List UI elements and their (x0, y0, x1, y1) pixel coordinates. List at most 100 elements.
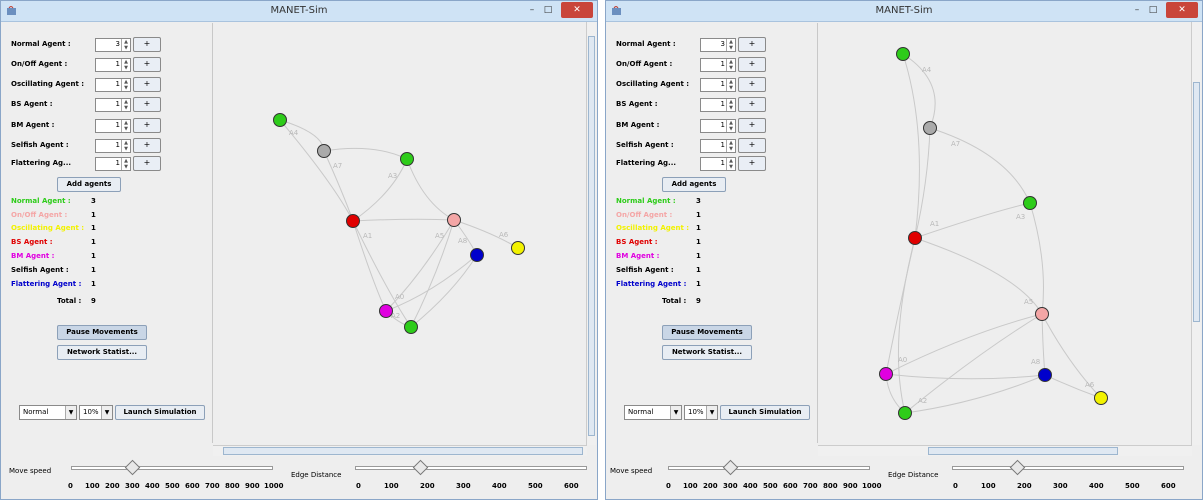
add-flattering-agent-button[interactable]: + (738, 156, 766, 171)
move-speed-slider-thumb[interactable] (722, 459, 739, 476)
edge-distance-slider-thumb[interactable] (1009, 459, 1026, 476)
minimize-button[interactable]: – (525, 3, 539, 17)
network-edge (929, 127, 1031, 204)
spinner-arrows-icon[interactable]: ▲ ▼ (121, 59, 130, 71)
minimize-button[interactable]: – (1130, 3, 1144, 17)
oscillating-agent-spinner[interactable]: 1 ▲ ▼ (700, 78, 736, 92)
chevron-down-icon[interactable]: ▼ (101, 406, 112, 419)
add-bs-agent-button[interactable]: + (738, 97, 766, 112)
close-button[interactable]: ✕ (1166, 2, 1198, 18)
move-speed-slider-thumb[interactable] (124, 459, 141, 476)
edge-distance-track[interactable] (355, 466, 587, 470)
add-flattering-agent-button[interactable]: + (133, 156, 161, 171)
title-bar[interactable]: MANET-Sim – □ ✕ (1, 1, 597, 22)
spinner-arrows-icon[interactable]: ▲ ▼ (121, 120, 130, 132)
spinner-arrows-icon[interactable]: ▲ ▼ (121, 140, 130, 152)
maximize-button[interactable]: □ (1146, 3, 1160, 17)
spinner-arrows-icon[interactable]: ▲ ▼ (121, 39, 130, 51)
add-normal-agent-button[interactable]: + (738, 37, 766, 52)
control-panel: Normal Agent : 3 ▲ ▼ + On/Off Agent : 1 ▲ ▼ … (612, 23, 818, 443)
count-value: 3 (91, 197, 96, 205)
move-speed-track[interactable] (668, 466, 870, 470)
network-canvas[interactable]: A4 A7 A3 A1 A5 A8 A6 A0 A2 (213, 23, 587, 445)
vertical-scrollbar[interactable] (1191, 22, 1201, 445)
network-canvas[interactable]: A4 A7 A3 A1 A5 A0 A8 A6 A2 (818, 23, 1192, 445)
normal-agent-spinner[interactable]: 3 ▲ ▼ (700, 38, 736, 52)
chevron-down-icon[interactable]: ▼ (670, 406, 681, 419)
pause-movements-button[interactable]: Pause Movements (662, 325, 752, 340)
bs-agent-spinner[interactable]: 1 ▲ ▼ (700, 98, 736, 112)
spinner-arrows-icon[interactable]: ▲ ▼ (726, 39, 735, 51)
tick-label: 200 (105, 482, 120, 490)
node-flattering (1038, 368, 1052, 382)
selfish-agent-spinner[interactable]: 1 ▲ ▼ (95, 139, 131, 153)
add-agents-button[interactable]: Add agents (662, 177, 726, 192)
tick-label: 600 (185, 482, 200, 490)
bs-agent-spinner[interactable]: 1 ▲ ▼ (95, 98, 131, 112)
spinner-arrows-icon[interactable]: ▲ ▼ (121, 79, 130, 91)
mode-select[interactable]: Normal ▼ (19, 405, 77, 420)
spinner-arrows-icon[interactable]: ▲ ▼ (726, 158, 735, 170)
add-onoff-agent-button[interactable]: + (133, 57, 161, 72)
spinner-arrows-icon[interactable]: ▲ ▼ (726, 140, 735, 152)
flattering-agent-spinner[interactable]: 1 ▲ ▼ (95, 157, 131, 171)
spinner-arrows-icon[interactable]: ▲ ▼ (121, 158, 130, 170)
spinner-arrows-icon[interactable]: ▲ ▼ (121, 99, 130, 111)
title-bar[interactable]: MANET-Sim – □ ✕ (606, 1, 1202, 22)
close-button[interactable]: ✕ (561, 2, 593, 18)
scroll-thumb[interactable] (588, 36, 595, 436)
edge-distance-track[interactable] (952, 466, 1184, 470)
launch-simulation-button[interactable]: Launch Simulation (720, 405, 810, 420)
spinner-arrows-icon[interactable]: ▲ ▼ (726, 59, 735, 71)
count-label: On/Off Agent : (11, 211, 68, 219)
add-bm-agent-button[interactable]: + (133, 118, 161, 133)
agent-row-flattering: Flattering Ag... 1 ▲ ▼ + (612, 156, 812, 171)
count-row-oscillating: Oscillating Agent : 1 (612, 224, 812, 236)
add-oscillating-agent-button[interactable]: + (738, 77, 766, 92)
percent-select[interactable]: 10% ▼ (684, 405, 718, 420)
tick-label: 800 (823, 482, 838, 490)
add-agents-button[interactable]: Add agents (57, 177, 121, 192)
spinner-arrows-icon[interactable]: ▲ ▼ (726, 79, 735, 91)
bm-agent-spinner[interactable]: 1 ▲ ▼ (95, 119, 131, 133)
spinner-arrows-icon[interactable]: ▲ ▼ (726, 99, 735, 111)
chevron-down-icon[interactable]: ▼ (65, 406, 76, 419)
tick-label: 300 (1053, 482, 1068, 490)
add-normal-agent-button[interactable]: + (133, 37, 161, 52)
bm-agent-spinner[interactable]: 1 ▲ ▼ (700, 119, 736, 133)
onoff-agent-spinner[interactable]: 1 ▲ ▼ (700, 58, 736, 72)
onoff-agent-spinner[interactable]: 1 ▲ ▼ (95, 58, 131, 72)
move-speed-track[interactable] (71, 466, 273, 470)
scroll-thumb[interactable] (928, 447, 1118, 455)
add-selfish-agent-button[interactable]: + (738, 138, 766, 153)
network-edge (410, 219, 455, 328)
network-statistics-button[interactable]: Network Statist... (57, 345, 147, 360)
add-oscillating-agent-button[interactable]: + (133, 77, 161, 92)
selfish-agent-spinner[interactable]: 1 ▲ ▼ (700, 139, 736, 153)
launch-simulation-button[interactable]: Launch Simulation (115, 405, 205, 420)
mode-select[interactable]: Normal ▼ (624, 405, 682, 420)
oscillating-agent-spinner[interactable]: 1 ▲ ▼ (95, 78, 131, 92)
spinner-arrows-icon[interactable]: ▲ ▼ (726, 120, 735, 132)
add-onoff-agent-button[interactable]: + (738, 57, 766, 72)
percent-select[interactable]: 10% ▼ (79, 405, 113, 420)
network-graph: A4 A7 A3 A1 A5 A8 A6 A0 A2 (273, 113, 525, 334)
edge-distance-slider-thumb[interactable] (412, 459, 429, 476)
tick-label: 100 (981, 482, 996, 490)
network-statistics-button[interactable]: Network Statist... (662, 345, 752, 360)
flattering-agent-spinner[interactable]: 1 ▲ ▼ (700, 157, 736, 171)
add-bs-agent-button[interactable]: + (133, 97, 161, 112)
tick-label: 100 (85, 482, 100, 490)
add-bm-agent-button[interactable]: + (738, 118, 766, 133)
scroll-thumb[interactable] (223, 447, 583, 455)
horizontal-scrollbar[interactable] (818, 445, 1192, 456)
maximize-button[interactable]: □ (541, 3, 555, 17)
vertical-scrollbar[interactable] (586, 22, 596, 445)
add-selfish-agent-button[interactable]: + (133, 138, 161, 153)
chevron-down-icon[interactable]: ▼ (706, 406, 717, 419)
scroll-thumb[interactable] (1193, 82, 1200, 322)
total-row: Total : 9 (612, 297, 812, 309)
normal-agent-spinner[interactable]: 3 ▲ ▼ (95, 38, 131, 52)
horizontal-scrollbar[interactable] (213, 445, 587, 456)
pause-movements-button[interactable]: Pause Movements (57, 325, 147, 340)
